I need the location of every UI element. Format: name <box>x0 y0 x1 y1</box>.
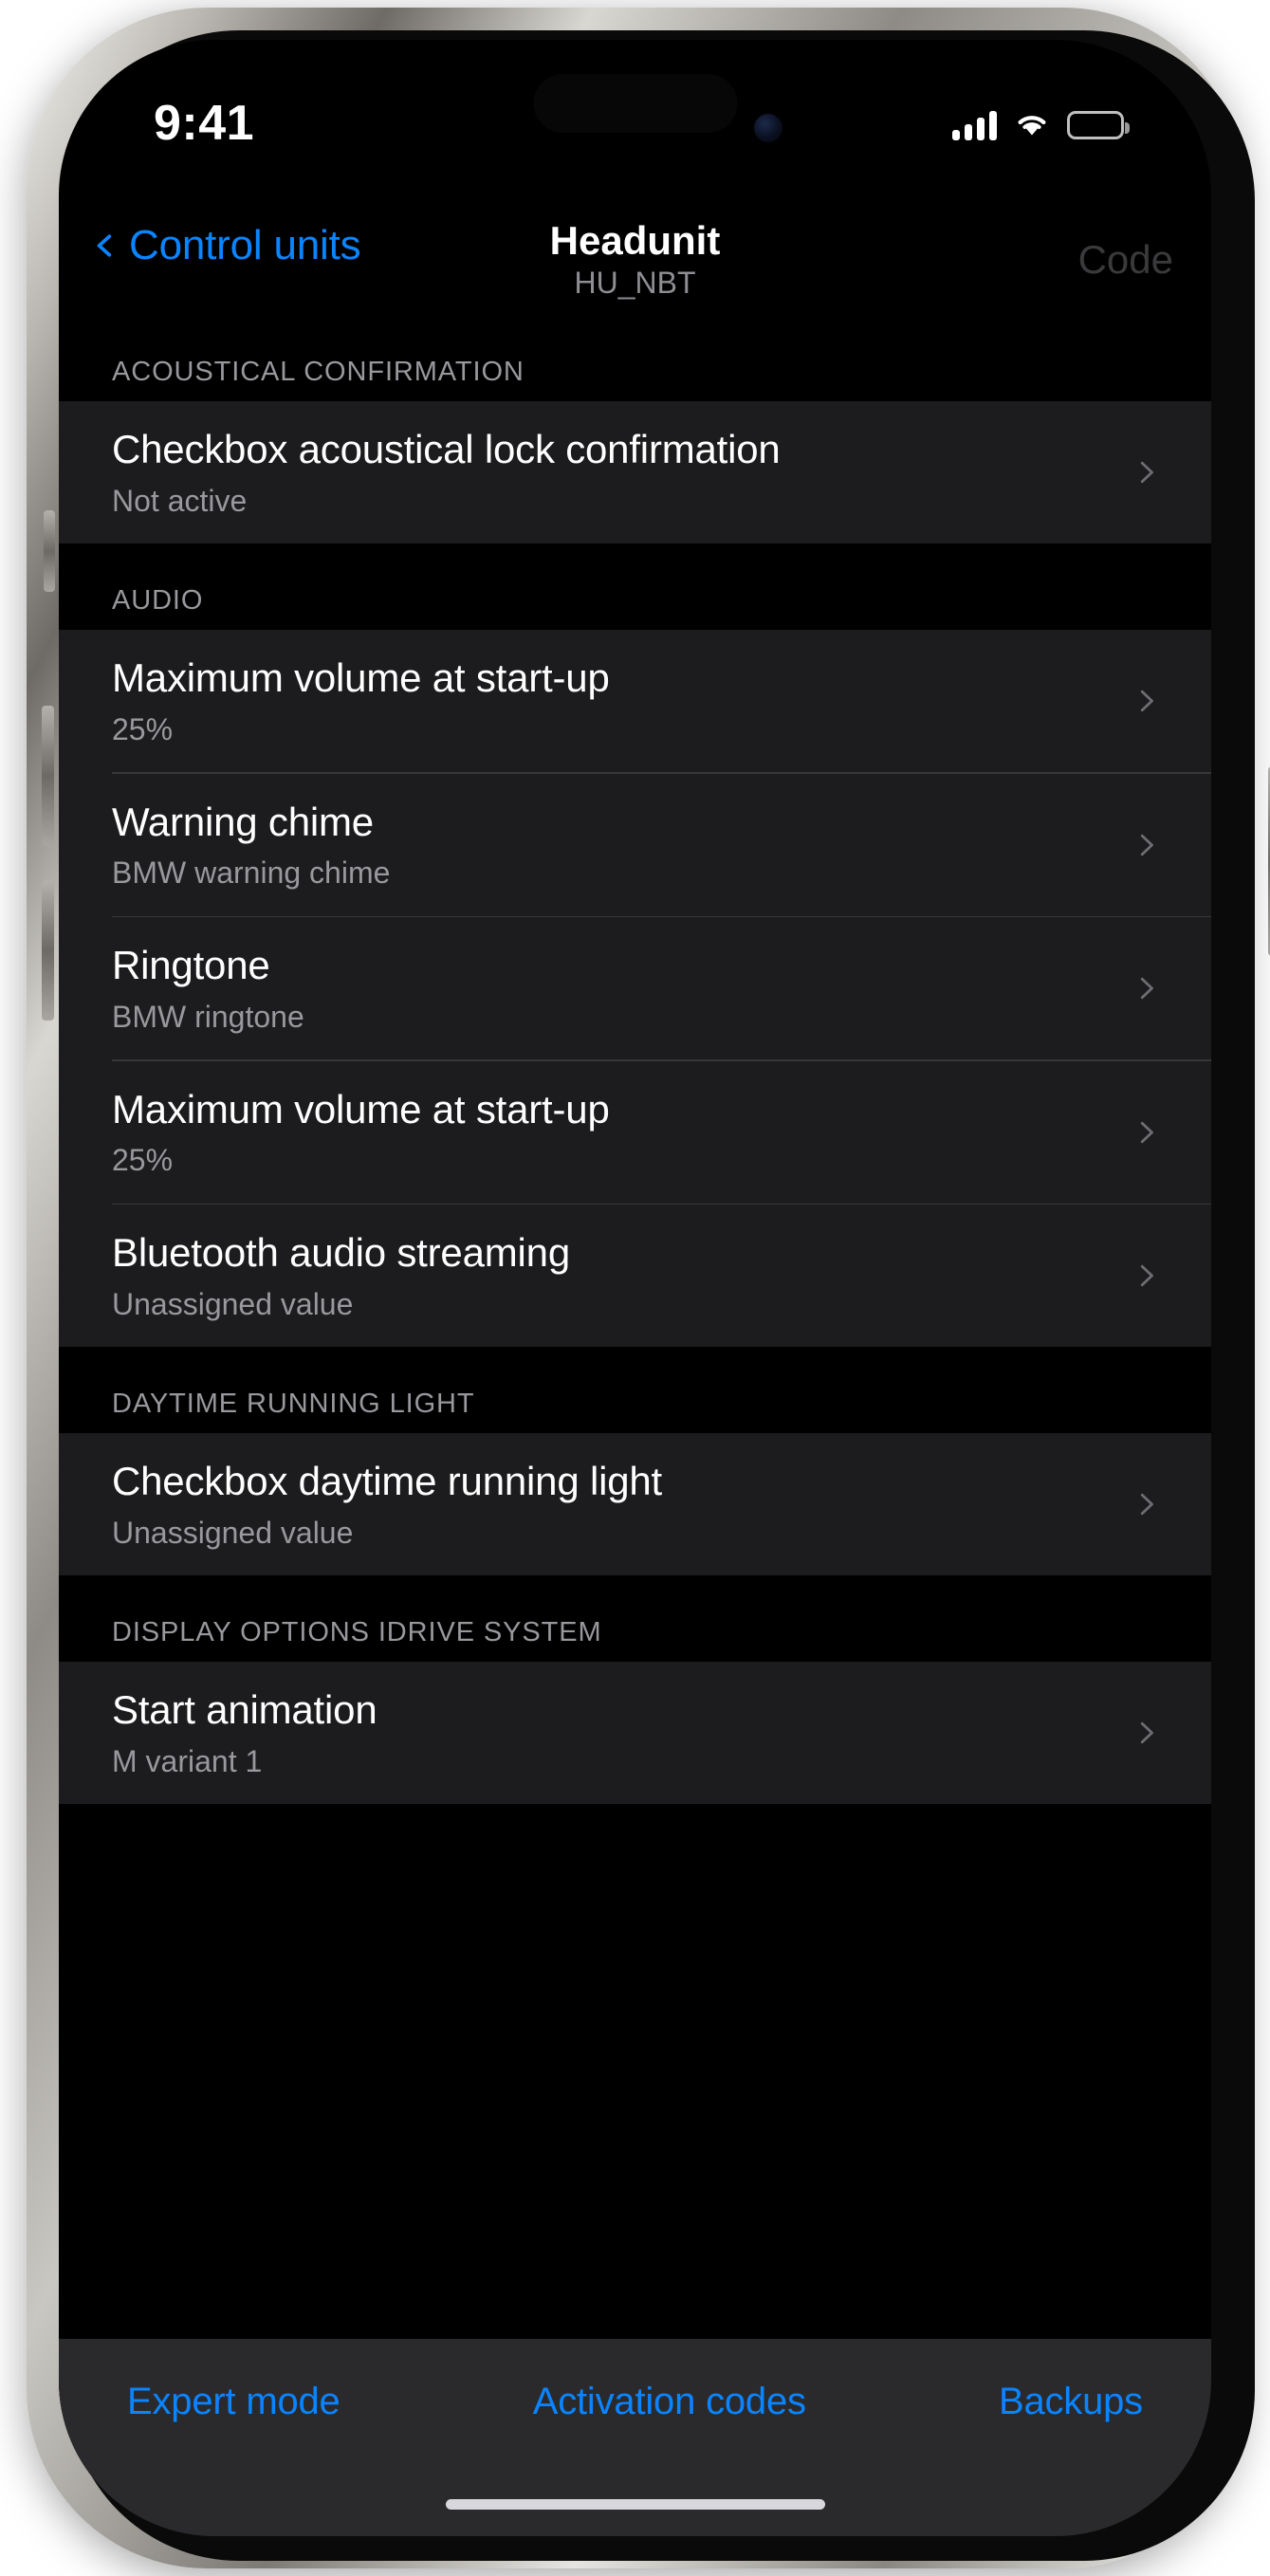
chevron-right-icon <box>1133 976 1158 1001</box>
settings-row-value: 25% <box>112 1142 1113 1178</box>
settings-row-text: Checkbox acoustical lock confirmation Not… <box>112 426 1113 519</box>
settings-row-title: Maximum volume at start-up <box>112 1086 1113 1133</box>
settings-row-value: BMW ringtone <box>112 999 1113 1035</box>
section-header: DISPLAY OPTIONS IDRIVE SYSTEM <box>59 1575 1211 1662</box>
settings-row-value: Not active <box>112 483 1113 519</box>
settings-group: Start animation M variant 1 <box>59 1662 1211 1804</box>
settings-row[interactable]: Checkbox daytime running light Unassigned… <box>59 1433 1211 1575</box>
settings-row-value: Unassigned value <box>112 1286 1113 1322</box>
settings-row-text: Maximum volume at start-up 25% <box>112 654 1113 747</box>
settings-row[interactable]: Maximum volume at start-up 25% <box>59 630 1211 772</box>
settings-row-title: Checkbox daytime running light <box>112 1458 1113 1505</box>
expert-mode-button[interactable]: Expert mode <box>127 2381 341 2423</box>
settings-row-title: Checkbox acoustical lock confirmation <box>112 426 1113 473</box>
wifi-icon <box>1014 111 1050 139</box>
section-header: ACOUSTICAL CONFIRMATION <box>59 315 1211 401</box>
chevron-right-icon <box>1133 1720 1158 1745</box>
dynamic-island <box>533 74 737 133</box>
settings-row-title: Maximum volume at start-up <box>112 654 1113 702</box>
battery-full-icon <box>1067 111 1124 139</box>
section-header: AUDIO <box>59 543 1211 630</box>
settings-row-text: Ringtone BMW ringtone <box>112 942 1113 1035</box>
status-bar-indicators <box>952 110 1124 140</box>
settings-row-text: Bluetooth audio streaming Unassigned valu… <box>112 1229 1113 1322</box>
settings-row-text: Warning chime BMW warning chime <box>112 799 1113 892</box>
settings-row-value: BMW warning chime <box>112 855 1113 891</box>
status-bar: 9:41 <box>59 40 1211 201</box>
bottom-toolbar: Expert mode Activation codes Backups <box>59 2339 1211 2536</box>
cellular-bars-icon <box>952 110 997 140</box>
settings-row-title: Ringtone <box>112 942 1113 989</box>
settings-row-value: M variant 1 <box>112 1743 1113 1779</box>
settings-row-text: Maximum volume at start-up 25% <box>112 1086 1113 1179</box>
silent-switch-button[interactable] <box>44 510 55 592</box>
settings-row-value: Unassigned value <box>112 1515 1113 1551</box>
chevron-right-icon <box>1133 1120 1158 1145</box>
volume-down-button[interactable] <box>42 880 54 1021</box>
settings-row[interactable]: Warning chime BMW warning chime <box>59 774 1211 916</box>
chevron-right-icon <box>1133 1492 1158 1517</box>
activation-codes-button[interactable]: Activation codes <box>533 2381 806 2423</box>
settings-list[interactable]: ACOUSTICAL CONFIRMATION Checkbox acoustic… <box>59 315 1211 2536</box>
navigation-bar: Control units Headunit HU_NBT Code <box>59 201 1211 315</box>
status-bar-time: 9:41 <box>154 95 254 152</box>
settings-row-title: Warning chime <box>112 799 1113 846</box>
chevron-right-icon <box>1133 1263 1158 1288</box>
settings-row-text: Checkbox daytime running light Unassigned… <box>112 1458 1113 1551</box>
settings-row[interactable]: Bluetooth audio streaming Unassigned valu… <box>59 1205 1211 1347</box>
chevron-right-icon <box>1133 460 1158 485</box>
front-camera-icon <box>754 114 782 142</box>
home-indicator[interactable] <box>446 2499 825 2510</box>
screenshot-root: 9:41 <box>0 0 1270 2576</box>
settings-group: Maximum volume at start-up 25% Warning chi… <box>59 630 1211 1347</box>
volume-up-button[interactable] <box>42 706 54 846</box>
chevron-right-icon <box>1133 689 1158 713</box>
settings-row-value: 25% <box>112 711 1113 747</box>
settings-row-title: Bluetooth audio streaming <box>112 1229 1113 1277</box>
page-title: Headunit <box>59 218 1211 263</box>
settings-row-title: Start animation <box>112 1686 1113 1734</box>
settings-row[interactable]: Start animation M variant 1 <box>59 1662 1211 1804</box>
code-button[interactable]: Code <box>1078 237 1173 283</box>
settings-row[interactable]: Maximum volume at start-up 25% <box>59 1061 1211 1204</box>
page-subtitle: HU_NBT <box>59 265 1211 301</box>
settings-group: Checkbox daytime running light Unassigned… <box>59 1433 1211 1575</box>
section-header: DAYTIME RUNNING LIGHT <box>59 1347 1211 1433</box>
settings-group: Checkbox acoustical lock confirmation Not… <box>59 401 1211 543</box>
navigation-title-block: Headunit HU_NBT <box>59 218 1211 301</box>
settings-row[interactable]: Checkbox acoustical lock confirmation Not… <box>59 401 1211 543</box>
phone-screen: 9:41 <box>59 40 1211 2536</box>
settings-row-text: Start animation M variant 1 <box>112 1686 1113 1779</box>
chevron-right-icon <box>1133 833 1158 857</box>
backups-button[interactable]: Backups <box>999 2381 1143 2423</box>
settings-row[interactable]: Ringtone BMW ringtone <box>59 917 1211 1059</box>
